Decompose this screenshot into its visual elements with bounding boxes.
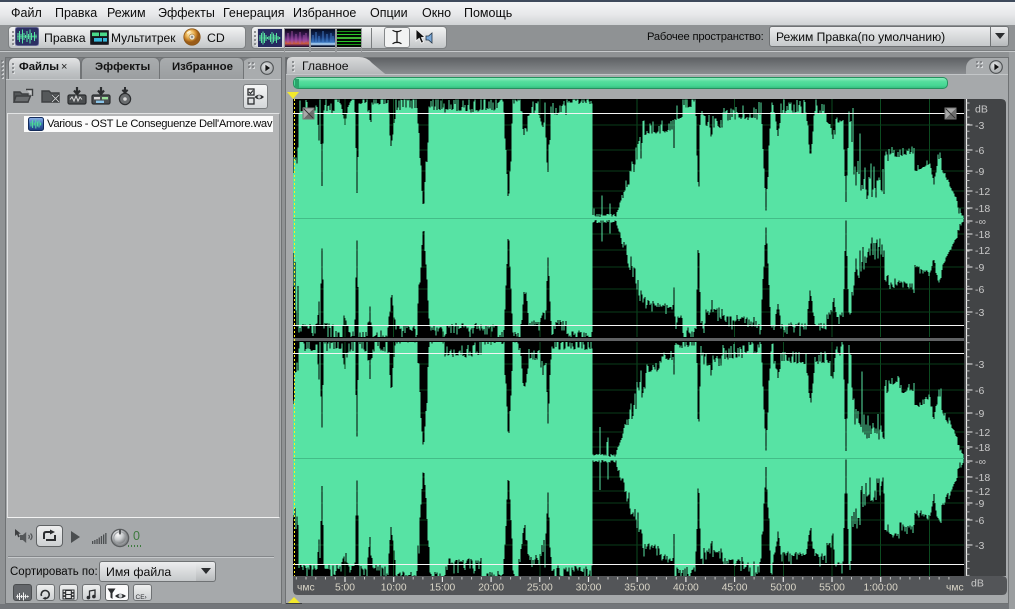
svg-text:-9: -9 [975,166,984,178]
svg-text:-12: -12 [975,486,990,498]
svg-text:чмс: чмс [946,583,964,594]
svg-text:-6: -6 [975,284,984,296]
svg-text:-3: -3 [975,307,984,319]
svg-text:-9: -9 [975,498,984,510]
svg-text:55:00: 55:00 [819,583,845,594]
svg-text:50:00: 50:00 [770,583,796,594]
svg-text:35:00: 35:00 [624,583,650,594]
svg-text:-6: -6 [975,385,984,397]
svg-text:-6: -6 [975,515,984,527]
svg-text:dB: dB [975,104,988,116]
svg-text:25:00: 25:00 [527,583,553,594]
svg-text:-9: -9 [975,262,984,274]
svg-text:-12: -12 [975,245,990,257]
svg-text:-9: -9 [975,408,984,420]
svg-text:-6: -6 [975,145,984,157]
svg-text:5:00: 5:00 [335,583,355,594]
svg-text:CΕ›: CΕ› [136,594,147,601]
svg-text:-∞: -∞ [975,456,986,468]
svg-text:-12: -12 [975,427,990,439]
svg-text:-18: -18 [975,229,990,241]
svg-text:30:00: 30:00 [576,583,602,594]
svg-text:-3: -3 [975,359,984,371]
svg-text:-3: -3 [975,120,984,132]
svg-text:-18: -18 [975,472,990,484]
svg-text:-∞: -∞ [975,216,986,228]
svg-text:-3: -3 [975,540,984,552]
svg-text:10:00: 10:00 [381,583,407,594]
svg-text:-18: -18 [975,442,990,454]
svg-text:40:00: 40:00 [673,583,699,594]
svg-text:-18: -18 [975,203,990,215]
svg-text:20:00: 20:00 [478,583,504,594]
svg-text:15:00: 15:00 [430,583,456,594]
svg-text:1:00:00: 1:00:00 [864,583,899,594]
svg-text:-12: -12 [975,186,990,198]
svg-text:чмс: чмс [297,583,315,594]
svg-text:dB: dB [971,578,984,590]
svg-text:45:00: 45:00 [722,583,748,594]
